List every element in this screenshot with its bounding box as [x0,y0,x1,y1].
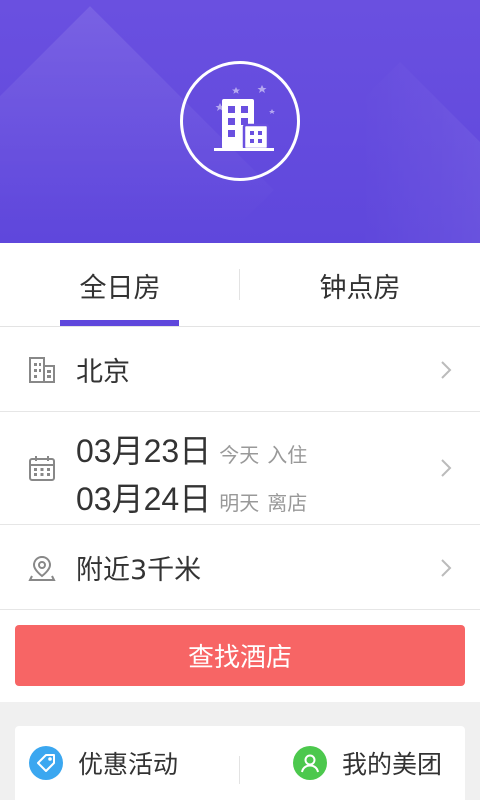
checkin-date: 03月23日 [76,433,212,469]
tab-full-day[interactable]: 全日房 [0,243,240,327]
active-tab-indicator [60,320,179,326]
calendar-icon [29,456,55,481]
my-meituan-link[interactable]: 我的美团 [293,726,442,800]
promotions-link[interactable]: 优惠活动 [29,726,178,800]
checkin-day: 今天 [219,443,260,467]
discount-tag-icon [29,746,63,780]
my-meituan-label: 我的美团 [342,750,443,779]
chevron-right-icon [441,361,452,379]
checkin-line[interactable]: 03月23日 今天 入住 [76,426,307,472]
tab-full-day-label: 全日房 [79,272,161,304]
city-building-icon [29,357,55,383]
chevron-right-icon [441,559,452,577]
hero-banner [0,0,480,243]
tab-hourly-label: 钟点房 [319,272,401,304]
checkout-date: 03月24日 [76,481,212,517]
checkout-action: 离店 [267,491,308,515]
checkin-action: 入住 [267,443,308,467]
room-type-tabs: 全日房 钟点房 [0,243,480,327]
search-hotel-button[interactable]: 查找酒店 [15,625,465,686]
checkout-line[interactable]: 03月24日 明天 离店 [76,474,307,520]
chevron-right-icon [441,459,452,477]
city-selector[interactable]: 北京 [0,328,480,412]
nearby-distance: 附近3千米 [76,555,202,586]
hotel-building-icon [214,85,275,151]
city-name: 北京 [76,357,130,388]
location-pin-icon [28,555,56,581]
user-profile-icon [293,746,327,780]
tab-hourly[interactable]: 钟点房 [240,243,480,327]
promotions-label: 优惠活动 [78,750,179,779]
checkout-day: 明天 [219,491,260,515]
bottom-divider [239,756,240,784]
location-selector[interactable]: 附近3千米 [0,526,480,610]
bottom-nav: 优惠活动 我的美团 [15,726,465,800]
hotel-logo [180,61,300,181]
